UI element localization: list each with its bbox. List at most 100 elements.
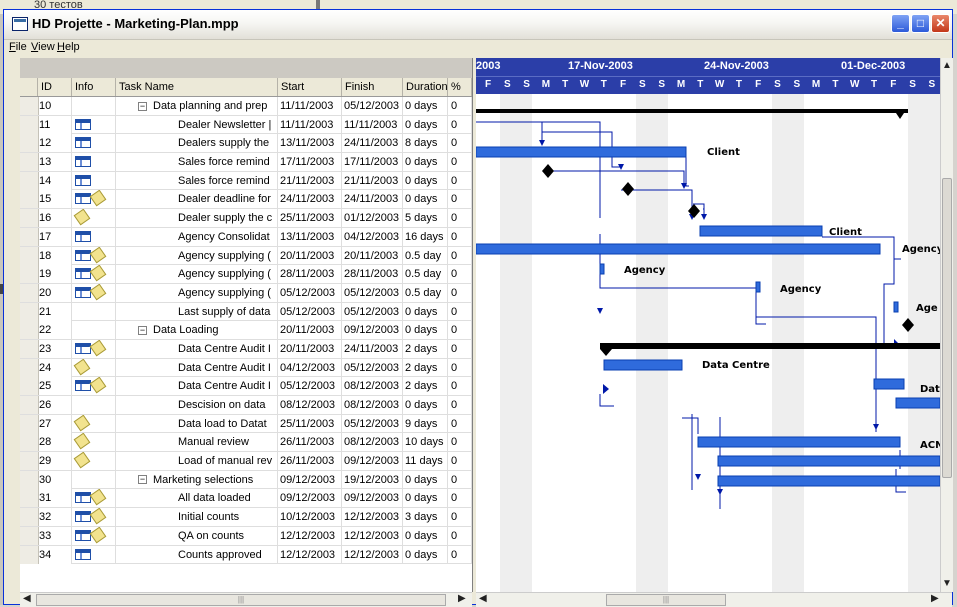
note-icon[interactable]	[89, 246, 107, 263]
task-percent[interactable]: 0	[448, 246, 472, 265]
collapse-toggle-icon[interactable]: −	[138, 101, 147, 111]
note-icon[interactable]	[89, 339, 107, 357]
title-bar[interactable]: HD Projette - Marketing-Plan.mpp _ □ ✕	[4, 10, 952, 40]
task-name-cell[interactable]: − Data Loading	[116, 321, 278, 340]
task-duration[interactable]: 0.5 day	[403, 246, 448, 265]
row-selector[interactable]	[20, 283, 39, 302]
task-percent[interactable]: 0	[448, 227, 472, 246]
task-duration[interactable]: 2 days	[403, 358, 448, 377]
row-selector[interactable]	[20, 302, 39, 321]
task-name-cell[interactable]: Agency supplying (	[116, 283, 278, 302]
row-selector[interactable]	[20, 227, 39, 246]
task-row[interactable]: 28 Manual review 26/11/2003 08/12/2003 10 da…	[20, 433, 472, 453]
note-icon[interactable]	[73, 358, 91, 375]
row-selector[interactable]	[20, 526, 39, 545]
task-row[interactable]: 14 Sales force remind 21/11/2003 21/11/2003…	[20, 171, 472, 191]
task-duration[interactable]: 8 days	[403, 134, 448, 153]
row-selector[interactable]	[20, 414, 39, 433]
task-duration[interactable]: 0.5 day	[403, 283, 448, 302]
task-start[interactable]: 20/11/2003	[278, 246, 342, 265]
grid-scroll-thumb[interactable]: |||	[36, 594, 446, 606]
task-name-cell[interactable]: Sales force remind	[116, 153, 278, 172]
task-duration[interactable]: 0 days	[403, 153, 448, 172]
task-start[interactable]: 17/11/2003	[278, 153, 342, 172]
task-start[interactable]: 09/12/2003	[278, 489, 342, 508]
task-percent[interactable]: 0	[448, 489, 472, 508]
task-name-cell[interactable]: − Marketing selections	[116, 470, 278, 489]
task-duration[interactable]: 0 days	[403, 97, 448, 115]
task-name-cell[interactable]: Initial counts	[116, 508, 278, 527]
task-name-cell[interactable]: Data Centre Audit I	[116, 339, 278, 358]
task-finish[interactable]: 08/12/2003	[342, 433, 403, 452]
row-selector[interactable]	[20, 134, 39, 153]
task-percent[interactable]: 0	[448, 115, 472, 134]
row-selector[interactable]	[20, 190, 39, 209]
task-percent[interactable]: 0	[448, 508, 472, 527]
scroll-left-arrow[interactable]: ◀	[23, 593, 31, 604]
task-finish[interactable]: 05/12/2003	[342, 358, 403, 377]
task-percent[interactable]: 0	[448, 171, 472, 190]
task-duration[interactable]: 0 days	[403, 115, 448, 134]
task-finish[interactable]: 21/11/2003	[342, 171, 403, 190]
task-finish[interactable]: 12/12/2003	[342, 545, 403, 564]
task-duration[interactable]: 0 days	[403, 489, 448, 508]
task-row[interactable]: 19 Agency supplying (28/11/2003 28/11/2003…	[20, 265, 472, 284]
col-pct-header[interactable]: %	[448, 78, 472, 96]
task-table-icon[interactable]	[75, 118, 91, 130]
row-selector[interactable]	[20, 171, 39, 190]
task-row[interactable]: 24 Data Centre Audit I 04/12/2003 05/12/200…	[20, 358, 472, 378]
task-row[interactable]: 15 Dealer deadline for 24/11/2003 24/11/200…	[20, 190, 472, 210]
task-row[interactable]: 32 Initial counts 10/12/2003 12/12/2003 3 da…	[20, 508, 472, 527]
minimize-button[interactable]: _	[891, 14, 910, 33]
task-start[interactable]: 26/11/2003	[278, 452, 342, 471]
task-name-cell[interactable]: Load of manual rev	[116, 452, 278, 471]
task-duration[interactable]: 0 days	[403, 526, 448, 545]
task-name-cell[interactable]: Manual review	[116, 433, 278, 452]
task-start[interactable]: 28/11/2003	[278, 265, 342, 284]
task-row[interactable]: 17 Agency Consolidat 13/11/2003 04/12/2003 1…	[20, 227, 472, 247]
scroll-right-arrow[interactable]: ▶	[458, 593, 466, 604]
task-finish[interactable]: 28/11/2003	[342, 265, 403, 284]
task-percent[interactable]: 0	[448, 414, 472, 433]
task-name-cell[interactable]: Counts approved	[116, 545, 278, 564]
task-start[interactable]: 13/11/2003	[278, 134, 342, 153]
task-percent[interactable]: 0	[448, 339, 472, 358]
task-table-icon[interactable]	[75, 529, 91, 541]
task-row[interactable]: 13 Sales force remind 17/11/2003 17/11/2003…	[20, 153, 472, 172]
col-name-header[interactable]: Task Name	[116, 78, 278, 96]
task-duration[interactable]: 0 days	[403, 190, 448, 209]
task-table-icon[interactable]	[75, 286, 91, 298]
task-row[interactable]: 25 Data Centre Audit I 05/12/2003 08/12/200…	[20, 377, 472, 396]
note-icon[interactable]	[73, 452, 91, 469]
gantt-chart[interactable]: 2003 17-Nov-2003 24-Nov-2003 01-Dec-2003…	[476, 58, 940, 592]
task-start[interactable]: 11/11/2003	[278, 97, 342, 115]
task-row[interactable]: 12 Dealers supply the 13/11/2003 24/11/2003…	[20, 134, 472, 154]
task-percent[interactable]: 0	[448, 470, 472, 489]
col-info-header[interactable]: Info	[72, 78, 116, 96]
task-start[interactable]: 08/12/2003	[278, 396, 342, 414]
task-duration[interactable]: 0.5 day	[403, 265, 448, 284]
task-table-icon[interactable]	[75, 137, 91, 149]
task-finish[interactable]: 17/11/2003	[342, 153, 403, 172]
task-name-cell[interactable]: Sales force remind	[116, 171, 278, 190]
task-name-cell[interactable]: Descision on data	[116, 396, 278, 414]
task-finish[interactable]: 09/12/2003	[342, 321, 403, 340]
task-finish[interactable]: 12/12/2003	[342, 508, 403, 527]
task-percent[interactable]: 0	[448, 321, 472, 340]
menu-view[interactable]: View	[31, 41, 55, 53]
task-percent[interactable]: 0	[448, 526, 472, 545]
task-start[interactable]: 05/12/2003	[278, 302, 342, 321]
task-duration[interactable]: 9 days	[403, 414, 448, 433]
task-finish[interactable]: 05/12/2003	[342, 97, 403, 115]
task-row[interactable]: 18 Agency supplying (20/11/2003 20/11/2003…	[20, 246, 472, 266]
task-percent[interactable]: 0	[448, 302, 472, 321]
row-selector[interactable]	[20, 433, 39, 452]
chart-vertical-scrollbar[interactable]: ▲ ▼	[940, 58, 953, 592]
row-selector[interactable]	[20, 97, 39, 115]
task-row[interactable]: 11 Dealer Newsletter | 11/11/2003 11/11/20…	[20, 115, 472, 135]
row-selector[interactable]	[20, 396, 39, 414]
note-icon[interactable]	[73, 414, 91, 432]
scroll-down-arrow[interactable]: ▼	[942, 578, 952, 589]
col-start-header[interactable]: Start	[278, 78, 342, 96]
task-finish[interactable]: 08/12/2003	[342, 377, 403, 396]
